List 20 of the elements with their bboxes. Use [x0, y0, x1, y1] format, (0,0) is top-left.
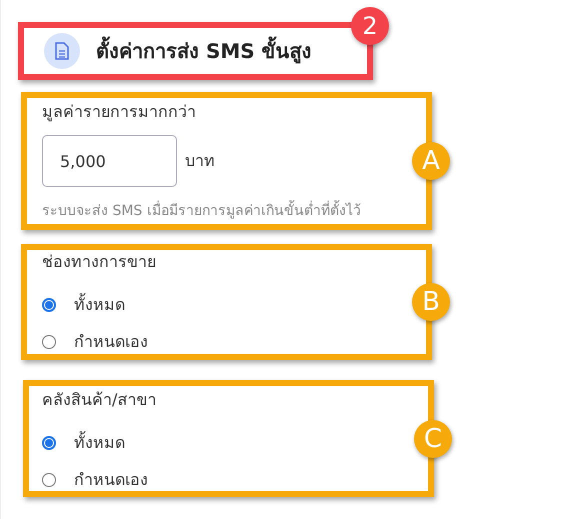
radio-icon[interactable]: [42, 334, 56, 348]
radio-icon[interactable]: [42, 298, 56, 312]
radio-icon[interactable]: [42, 472, 56, 486]
radio-icon[interactable]: [42, 436, 56, 450]
radio-option[interactable]: ทั้งหมด: [42, 430, 125, 455]
unit-label: บาท: [185, 151, 215, 171]
step-badge: A: [412, 142, 450, 180]
document-icon: [55, 42, 69, 60]
radio-option[interactable]: กำหนดเอง: [42, 329, 148, 354]
group-label: ช่องทางการขาย: [42, 252, 157, 272]
step-badge: C: [414, 420, 452, 458]
step-badge: B: [412, 283, 450, 321]
amount-field[interactable]: 5,000: [42, 135, 177, 187]
field-label: มูลค่ารายการมากกว่า: [42, 102, 197, 122]
section-title: ตั้งค่าการส่ง SMS ขั้นสูง: [96, 35, 312, 67]
radio-option[interactable]: กำหนดเอง: [42, 467, 148, 492]
radio-option[interactable]: ทั้งหมด: [42, 292, 125, 317]
group-label: คลังสินค้า/สาขา: [42, 390, 158, 410]
hint-text: ระบบจะส่ง SMS เมื่อมีรายการมูลค่าเกินขั้นต่ำที่ตั้งไว้: [42, 199, 426, 221]
step-badge: 2: [351, 7, 389, 45]
